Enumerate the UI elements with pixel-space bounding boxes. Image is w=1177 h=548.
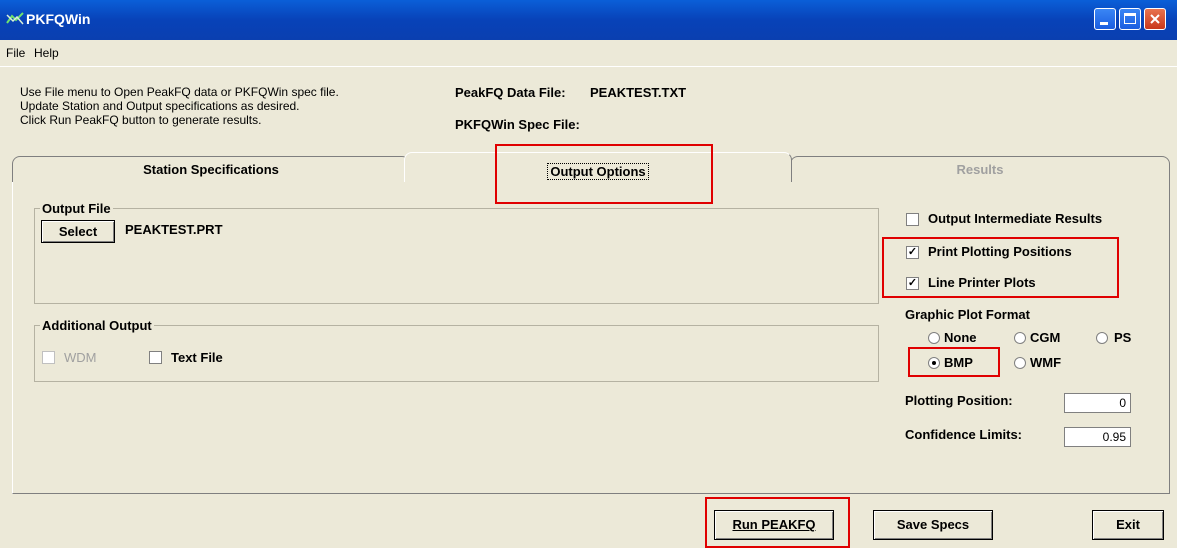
window-title: PKFQWin bbox=[26, 11, 91, 27]
tab-results[interactable]: Results bbox=[790, 156, 1170, 182]
intermediate-results-label: Output Intermediate Results bbox=[928, 211, 1103, 226]
minimize-icon bbox=[1100, 22, 1108, 25]
maximize-icon bbox=[1124, 13, 1136, 24]
output-file-group-label: Output File bbox=[40, 201, 113, 216]
maximize-button[interactable] bbox=[1119, 8, 1141, 30]
app-icon bbox=[6, 12, 24, 25]
intermediate-results-checkbox[interactable] bbox=[906, 213, 919, 226]
close-icon bbox=[1150, 14, 1160, 24]
wdm-label: WDM bbox=[64, 350, 97, 365]
highlight-output-tab bbox=[495, 144, 713, 204]
radio-none-label: None bbox=[944, 330, 977, 345]
text-file-label: Text File bbox=[171, 350, 223, 365]
menu-bar bbox=[0, 40, 1177, 67]
highlight-run-button bbox=[705, 497, 850, 548]
tab-results-label: Results bbox=[956, 162, 1004, 177]
instruction-line-3: Click Run PeakFQ button to generate resu… bbox=[20, 113, 262, 127]
exit-button[interactable]: Exit bbox=[1092, 510, 1164, 540]
highlight-print-options bbox=[882, 237, 1119, 298]
title-bar bbox=[0, 0, 1177, 40]
graphic-plot-format-label: Graphic Plot Format bbox=[905, 307, 1030, 322]
radio-cgm-label: CGM bbox=[1030, 330, 1061, 345]
menu-help[interactable]: Help bbox=[34, 46, 59, 60]
radio-ps[interactable] bbox=[1096, 332, 1108, 344]
spec-file-label: PKFQWin Spec File: bbox=[455, 117, 580, 132]
instruction-line-2: Update Station and Output specifications… bbox=[20, 99, 300, 113]
save-specs-button[interactable]: Save Specs bbox=[873, 510, 993, 540]
exit-label: Exit bbox=[1116, 517, 1140, 532]
radio-wmf-label: WMF bbox=[1030, 355, 1062, 370]
tab-station-label: Station Specifications bbox=[143, 162, 279, 177]
wdm-checkbox[interactable] bbox=[42, 351, 55, 364]
save-specs-label: Save Specs bbox=[896, 517, 970, 532]
radio-none[interactable] bbox=[928, 332, 940, 344]
select-button[interactable]: Select bbox=[41, 220, 115, 243]
instruction-line-1: Use File menu to Open PeakFQ data or PKF… bbox=[20, 85, 339, 99]
minimize-button[interactable] bbox=[1094, 8, 1116, 30]
additional-output-group-label: Additional Output bbox=[40, 318, 154, 333]
confidence-limits-label: Confidence Limits: bbox=[905, 427, 1023, 442]
data-file-label: PeakFQ Data File: bbox=[455, 85, 566, 100]
data-file-value: PEAKTEST.TXT bbox=[590, 85, 687, 100]
output-file-name: PEAKTEST.PRT bbox=[125, 222, 223, 237]
plotting-position-input[interactable]: 0 bbox=[1064, 393, 1131, 413]
radio-cgm[interactable] bbox=[1014, 332, 1026, 344]
plotting-position-label: Plotting Position: bbox=[905, 393, 1013, 408]
radio-wmf[interactable] bbox=[1014, 357, 1026, 369]
menu-file[interactable]: File bbox=[6, 46, 25, 60]
close-button[interactable] bbox=[1144, 8, 1166, 30]
text-file-checkbox[interactable] bbox=[149, 351, 162, 364]
confidence-limits-input[interactable]: 0.95 bbox=[1064, 427, 1131, 447]
tab-station-specifications[interactable]: Station Specifications bbox=[12, 156, 410, 182]
highlight-bmp bbox=[908, 347, 1000, 377]
radio-ps-label: PS bbox=[1114, 330, 1132, 345]
